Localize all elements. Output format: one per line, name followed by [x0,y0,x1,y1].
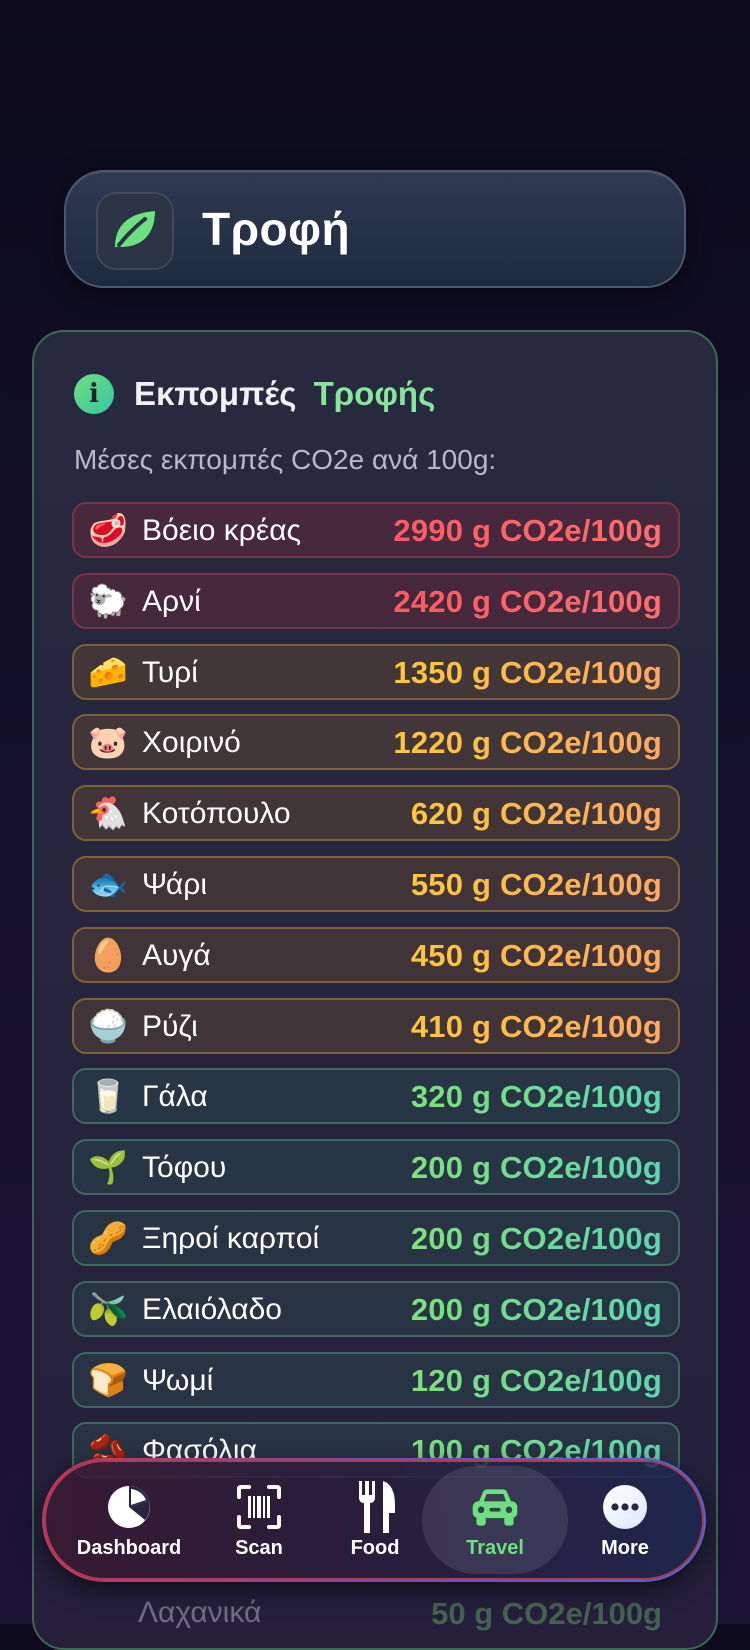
emission-value: 410 g CO2e/100g [410,1008,662,1044]
food-emoji-icon: 🍚 [88,1007,128,1044]
faded-list-item: Λαχανικά 50 g CO2e/100g [70,1596,678,1636]
emission-value: 200 g CO2e/100g [410,1150,662,1186]
food-label: Ξηροί καρποί [142,1221,320,1255]
emission-row: 🐑 Αρνί 2420 g CO2e/100g [72,572,680,629]
emission-row: 🐟 Ψάρι 550 g CO2e/100g [72,855,680,912]
emission-row: 🐷 Χοιρινό 1220 g CO2e/100g [72,714,680,771]
card-title-part2: Τροφής [313,375,436,412]
car-icon [469,1481,521,1533]
tab-label: Dashboard [76,1536,182,1559]
emission-value: 450 g CO2e/100g [410,937,662,973]
food-label: Ψάρι [142,867,207,901]
food-emoji-icon: 🐑 [88,582,128,619]
emission-row: 🧀 Τυρί 1350 g CO2e/100g [72,643,680,700]
emissions-list: 🥩 Βόειο κρέας 2990 g CO2e/100g 🐑 Αρνί 2420 g … [72,502,680,1493]
card-title-row: i Εκπομπές Τροφής [74,372,435,416]
emission-value: 620 g CO2e/100g [410,796,662,832]
emission-row: 🌱 Τόφου 200 g CO2e/100g [72,1139,680,1196]
food-label: Κοτόπουλο [142,797,291,831]
emission-value: 2420 g CO2e/100g [393,583,662,619]
tab-scan[interactable]: Scan [194,1460,324,1580]
food-label: Ρύζι [142,1009,198,1043]
card-subtitle: Μέσες εκπομπές CO2e ανά 100g: [74,444,497,475]
emission-row: 🍞 Ψωμί 120 g CO2e/100g [72,1351,680,1408]
emission-row: 🍚 Ρύζι 410 g CO2e/100g [72,997,680,1054]
food-emoji-icon: 🍞 [88,1361,128,1398]
leaf-icon [111,207,159,256]
food-label: Αυγά [142,938,211,972]
info-icon: i [74,374,114,414]
food-emoji-icon: 🐔 [88,795,128,832]
food-emoji-icon: 🧀 [88,653,128,690]
food-emoji-icon: 🥩 [88,512,128,548]
emission-value: 1350 g CO2e/100g [393,654,662,690]
food-label: Ψωμί [142,1363,214,1397]
emission-row: 🫒 Ελαιόλαδο 200 g CO2e/100g [72,1280,680,1337]
food-emoji-icon: 🥛 [88,1078,128,1115]
emission-row: 🥜 Ξηροί καρποί 200 g CO2e/100g [72,1209,680,1266]
emission-value: 120 g CO2e/100g [410,1362,662,1398]
emission-value: 2990 g CO2e/100g [393,513,662,548]
tab-label: More [601,1536,649,1559]
food-label: Γάλα [142,1080,208,1114]
food-emoji-icon: 🐟 [88,865,128,902]
emission-value: 1220 g CO2e/100g [393,725,662,761]
barcode-scan-icon [233,1481,285,1533]
card-title: Εκπομπές Τροφής [134,375,435,413]
food-label: Τυρί [142,655,198,689]
emission-value: 200 g CO2e/100g [410,1220,662,1256]
header-icon-box [96,192,174,270]
food-label: Χοιρινό [142,726,241,760]
emission-row: 🥩 Βόειο κρέας 2990 g CO2e/100g [72,502,680,558]
food-label: Βόειο κρέας [142,514,301,547]
emission-value: 200 g CO2e/100g [410,1291,662,1327]
tab-more[interactable]: More [560,1460,690,1580]
pie-chart-icon [103,1481,155,1533]
tab-label: Travel [466,1536,524,1559]
faded-row-value: 50 g CO2e/100g [431,1596,662,1631]
food-label: Τόφου [142,1151,227,1185]
faded-row-label: Λαχανικά [138,1596,262,1629]
card-title-part1: Εκπομπές [134,375,297,412]
fork-knife-icon [349,1480,401,1533]
emission-row: 🐔 Κοτόπουλο 620 g CO2e/100g [72,785,680,842]
food-emoji-icon: 🌱 [88,1149,128,1186]
tab-bar: Dashboard Scan Food Travel More [42,1458,706,1582]
food-emoji-icon: 🐷 [88,724,128,761]
food-emoji-icon: 🥚 [88,936,128,973]
food-emoji-icon: 🥜 [88,1219,128,1256]
tab-label: Scan [235,1536,283,1559]
page-header: Τροφή [64,170,686,288]
tab-food[interactable]: Food [310,1460,440,1580]
emission-row: 🥚 Αυγά 450 g CO2e/100g [72,926,680,983]
food-label: Ελαιόλαδο [142,1292,282,1326]
food-emissions-card: i Εκπομπές Τροφής Μέσες εκπομπές CO2e αν… [32,330,718,1650]
tab-travel[interactable]: Travel [422,1466,568,1574]
tab-label: Food [350,1536,400,1559]
ellipsis-circle-icon [599,1481,651,1533]
emission-value: 550 g CO2e/100g [410,866,662,902]
tab-dashboard[interactable]: Dashboard [64,1460,194,1580]
page-title: Τροφή [202,203,351,255]
food-label: Αρνί [142,584,201,618]
emission-value: 320 g CO2e/100g [410,1079,662,1115]
food-emoji-icon: 🫒 [88,1290,128,1327]
emission-row: 🥛 Γάλα 320 g CO2e/100g [72,1068,680,1125]
